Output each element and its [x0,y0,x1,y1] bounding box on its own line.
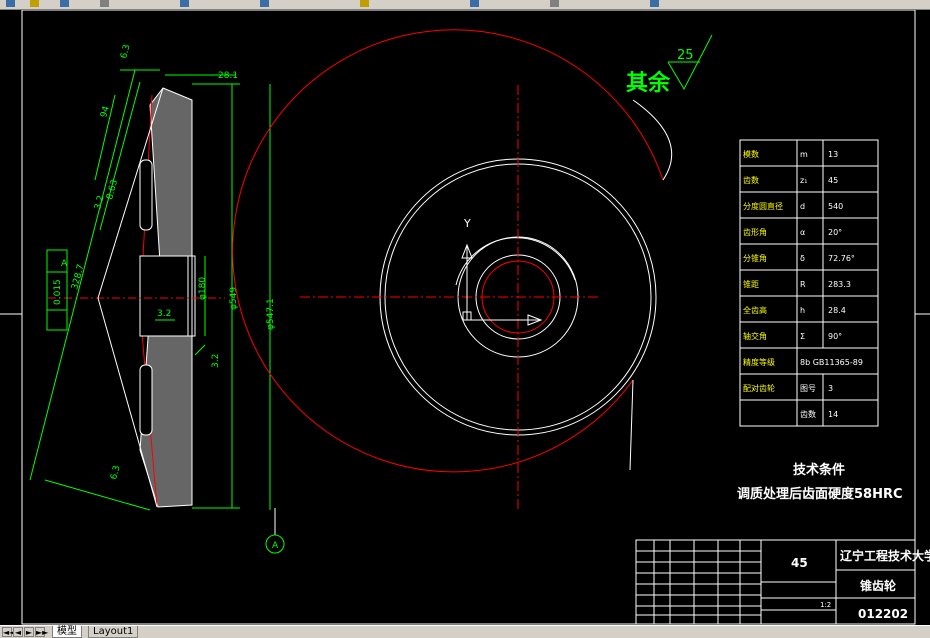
params-cell: m [800,150,808,159]
params-cell: 锥距 [743,279,759,289]
tolerance-datum-label: A [61,259,68,269]
tab-layout1[interactable]: Layout1 [88,626,139,638]
zoom-icon[interactable] [470,0,479,7]
params-cell: d [800,202,805,211]
params-cell: 283.3 [828,280,851,289]
redo-icon[interactable] [260,0,269,7]
title-drawing-no: 012202 [858,607,908,621]
params-cell: α [800,228,805,237]
dim-6-3-bottom: 6.3 [109,464,122,480]
params-cell: 14 [828,410,838,419]
roughness-note: 其余 25 [626,34,713,96]
bore [139,255,193,337]
dim-phi-547: φ547.1 [266,298,276,330]
params-cell: 28.4 [828,306,846,315]
nav-last-button[interactable]: ►► [35,627,48,637]
params-cell: 模数 [743,149,759,159]
tech-text: 调质处理后齿面硬度58HRC [737,486,903,502]
params-cell: δ [800,254,805,263]
title-scale: 1:2 [820,601,831,609]
params-cell: 配对齿轮 [743,383,775,393]
title-part-name: 锥齿轮 [860,578,897,593]
params-cell: 全齿高 [743,305,767,315]
outer-circle [232,29,664,473]
nav-next-button[interactable]: ► [24,627,34,637]
params-cell: Σ [800,332,805,341]
params-cell: 齿形角 [743,227,767,237]
datum-a-label: A [272,541,279,551]
params-cell: 72.76° [828,254,855,263]
tech-title: 技术条件 [793,462,845,478]
params-cell: h [800,306,805,315]
params-cell: 分锥角 [743,253,767,263]
title-university: 辽宁工程技术大学 [840,548,930,563]
front-view: Y [232,29,673,510]
slot-bottom [139,364,153,436]
slot-top [139,159,153,231]
params-table: 模数 m 13 齿数 z₁ 45 分度圆直径 d 540 齿形角 α 20° 分锥角 δ 72.76° 锥距 R… [739,139,879,427]
dim-3-2-mid: 3.2 [157,309,171,319]
title-material: 45 [791,556,808,570]
params-cell: R [800,280,806,289]
params-cell: 3 [828,384,833,393]
dim-28-1: 28.1 [218,71,238,81]
nav-prev-button[interactable]: ◄ [13,627,23,637]
params-cell: 齿数 [743,175,759,185]
params-cell: 齿数 [800,409,816,419]
params-cell: 图号 [800,384,816,393]
ucs-y-label: Y [463,217,471,230]
nav-first-button[interactable]: ◄◄ [2,627,15,637]
drawing-canvas[interactable]: 6.3 28.1 94 3.2 8.63 328.7 A 0.015 φ180 … [0,10,930,625]
dim-3-2-right: 3.2 [211,354,221,368]
params-cell: 20° [828,228,842,237]
tolerance-value: 0.015 [53,279,63,305]
params-cell: z₁ [800,176,807,185]
print-icon[interactable] [100,0,109,7]
params-cell: 13 [828,150,838,159]
params-cell: 90° [828,332,842,341]
layout-tab-bar: ◄◄ ◄ ► ►► 模型 Layout1 [0,625,930,638]
open-icon[interactable] [30,0,39,7]
dim-328-7: 328.7 [70,263,86,290]
params-cell: 540 [828,202,843,211]
roughness-value: 25 [677,48,694,63]
new-icon[interactable] [6,0,15,7]
params-cell: 精度等级 [743,357,775,367]
save-icon[interactable] [60,0,69,7]
dim-6-3: 6.3 [119,43,132,59]
params-cell: 8b GB11365-89 [800,358,863,367]
help-icon[interactable] [650,0,659,7]
undo-icon[interactable] [180,0,189,7]
params-cell: 轴交角 [743,331,767,341]
dim-8-63: 8.63 [105,179,120,201]
tab-model[interactable]: 模型 [52,626,82,638]
toolbar [0,0,930,10]
section-view: 6.3 28.1 94 3.2 8.63 328.7 A 0.015 φ180 … [29,43,285,554]
roughness-label: 其余 [626,70,671,96]
params-cell: 分度圆直径 [743,201,783,211]
properties-icon[interactable] [550,0,559,7]
dim-phi-180: φ180 [198,277,208,300]
params-cell: 45 [828,176,838,185]
pan-icon[interactable] [360,0,369,7]
